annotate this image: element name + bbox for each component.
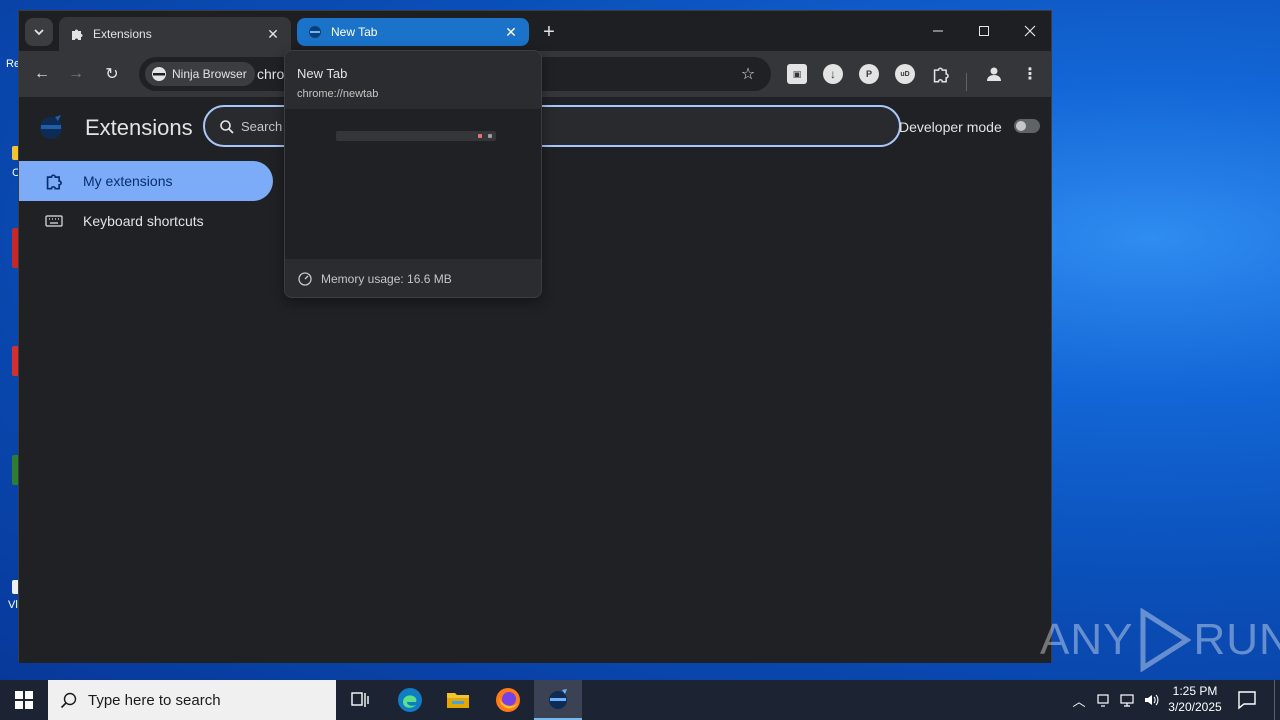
memory-usage-text: Memory usage: 16.6 MB xyxy=(321,272,452,286)
task-view-button[interactable] xyxy=(336,680,384,720)
puzzle-icon xyxy=(69,26,85,42)
developer-mode-label: Developer mode xyxy=(899,119,1002,135)
watermark-left: ANY xyxy=(1040,615,1134,664)
nav-label: Keyboard shortcuts xyxy=(83,213,204,229)
back-button[interactable]: ← xyxy=(29,61,55,87)
firefox-icon xyxy=(496,688,520,712)
windows-logo-icon xyxy=(15,691,33,709)
bookmark-star-icon[interactable]: ☆ xyxy=(739,65,757,83)
toggle-knob xyxy=(1016,121,1026,131)
taskbar-search-box[interactable] xyxy=(48,680,336,720)
clock-time: 1:25 PM xyxy=(1172,684,1218,698)
profile-avatar-icon[interactable] xyxy=(984,64,1004,84)
tray-overflow-chevron-icon[interactable]: ︿ xyxy=(1070,691,1088,709)
close-tab-icon[interactable]: ✕ xyxy=(265,26,281,42)
close-tab-icon[interactable]: ✕ xyxy=(503,24,519,40)
url-text[interactable]: chro xyxy=(257,66,284,82)
extension-p-icon[interactable]: P xyxy=(859,64,879,84)
notification-center-icon[interactable] xyxy=(1236,689,1258,711)
ninja-icon xyxy=(152,67,166,81)
nav-label: My extensions xyxy=(83,173,173,189)
ninja-icon xyxy=(549,689,567,709)
tray-volume-icon[interactable] xyxy=(1142,691,1160,709)
memory-gauge-icon xyxy=(298,272,312,286)
taskbar: ︿ 1:25 PM 3/20/2025 xyxy=(0,680,1280,720)
nav-keyboard-shortcuts[interactable]: Keyboard shortcuts xyxy=(19,201,273,241)
ninja-logo-icon xyxy=(40,115,62,139)
tab-extensions[interactable]: Extensions ✕ xyxy=(59,17,291,51)
play-logo-icon xyxy=(1140,608,1192,672)
keyboard-icon xyxy=(45,212,63,230)
maximize-icon xyxy=(979,26,989,36)
maximize-button[interactable] xyxy=(961,11,1007,51)
site-chip-label: Ninja Browser xyxy=(172,67,247,81)
taskbar-search-input[interactable] xyxy=(88,691,328,709)
clock-date: 3/20/2025 xyxy=(1168,700,1222,714)
reload-button[interactable]: ↻ xyxy=(99,61,125,87)
search-icon xyxy=(60,692,77,709)
menu-kebab-icon[interactable]: ⋮ xyxy=(1020,64,1040,84)
taskbar-ninja-browser[interactable] xyxy=(534,680,582,720)
forward-button[interactable]: → xyxy=(63,61,89,87)
minimize-icon xyxy=(933,30,943,32)
developer-mode-toggle[interactable] xyxy=(1014,119,1040,133)
page-title: Extensions xyxy=(85,115,193,140)
download-icon[interactable]: ↓ xyxy=(823,64,843,84)
ninja-icon xyxy=(307,24,323,40)
hover-card-memory: Memory usage: 16.6 MB xyxy=(285,259,541,297)
taskbar-edge[interactable] xyxy=(386,680,434,720)
tab-title: New Tab xyxy=(331,25,378,39)
close-icon xyxy=(1024,25,1036,37)
taskbar-clock[interactable]: 1:25 PM 3/20/2025 xyxy=(1160,683,1230,715)
puzzle-outline-icon xyxy=(45,172,63,190)
nav-my-extensions[interactable]: My extensions xyxy=(19,161,273,201)
preview-dot xyxy=(478,134,482,138)
taskbar-firefox[interactable] xyxy=(484,680,532,720)
hover-card-url: chrome://newtab xyxy=(297,88,379,100)
taskbar-file-explorer[interactable] xyxy=(434,680,482,720)
folder-icon xyxy=(447,693,469,708)
hover-card-title: New Tab xyxy=(297,66,348,81)
extensions-puzzle-icon[interactable] xyxy=(931,64,951,84)
chevron-down-icon xyxy=(34,29,44,36)
start-button[interactable] xyxy=(0,680,48,720)
search-icon xyxy=(220,120,234,134)
preview-dot xyxy=(488,134,492,138)
new-tab-button[interactable]: + xyxy=(537,20,561,44)
screenshot-extension-icon[interactable]: ▣ xyxy=(787,64,807,84)
tray-network-icon[interactable] xyxy=(1094,691,1112,709)
ublock-extension-icon[interactable]: uD xyxy=(895,64,915,84)
toolbar-separator xyxy=(966,73,967,91)
tab-strip: Extensions ✕ New Tab ✕ + xyxy=(19,11,1051,51)
tab-new-tab[interactable]: New Tab ✕ xyxy=(297,18,529,46)
task-view-icon xyxy=(351,692,369,707)
tab-title: Extensions xyxy=(93,27,152,41)
tab-search-button[interactable] xyxy=(25,18,53,46)
edge-icon xyxy=(398,688,422,712)
tab-hover-card: New Tab chrome://newtab Memory usage: 16… xyxy=(284,50,542,298)
anyrun-watermark: ANY RUN xyxy=(1040,608,1280,672)
preview-search-bar xyxy=(336,131,496,141)
watermark-right: RUN xyxy=(1193,615,1280,664)
minimize-button[interactable] xyxy=(915,11,961,51)
site-info-chip[interactable]: Ninja Browser xyxy=(145,62,255,86)
tab-preview-thumbnail xyxy=(285,109,541,259)
show-desktop-button[interactable] xyxy=(1274,680,1280,720)
tray-ethernet-icon[interactable] xyxy=(1118,691,1136,709)
close-window-button[interactable] xyxy=(1007,11,1053,51)
